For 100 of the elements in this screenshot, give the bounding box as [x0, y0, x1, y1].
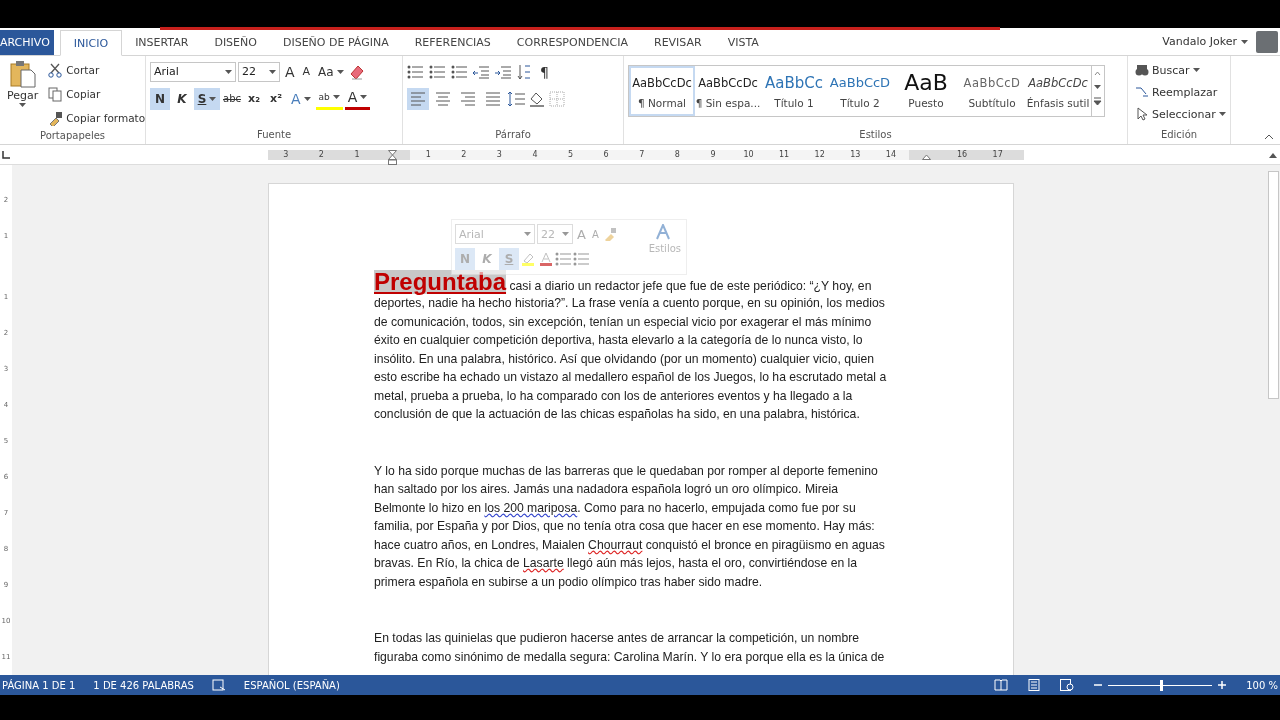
format-button[interactable]: N	[150, 87, 170, 110]
caret-icon	[524, 232, 531, 236]
clipboard-button[interactable]: Cortar	[45, 59, 149, 81]
caret-icon	[1192, 68, 1200, 72]
ribbon-tab[interactable]: DISEÑO	[201, 30, 270, 55]
editing-button[interactable]: Buscar	[1132, 59, 1229, 81]
clipboard-button[interactable]: Copiar	[45, 83, 149, 105]
ruler-number: 9	[695, 149, 731, 160]
text-line: En todas las quinielas que pudieron hacerse antes de arrancar la competición, un nombre	[374, 630, 861, 647]
brush-icon	[48, 110, 64, 126]
text-line: metal, prueba a prueba, lo ha comparado con los de anteriores eventos y ha llegado a la	[374, 387, 854, 405]
text-line: primera española en subirse a un podio olímpico tras haber sido madre.	[374, 573, 764, 591]
shrink-font-button[interactable]: A	[299, 60, 314, 83]
text-line: de comunicación, todos, sin excepción, tenían un especial vicio por exagerar el más mínimo	[374, 313, 873, 331]
ruler-number: 12	[801, 149, 838, 160]
align-icon	[410, 90, 426, 107]
ribbon-tab[interactable]: DISEÑO DE PÁGINA	[269, 30, 402, 55]
align-button[interactable]	[407, 87, 429, 110]
font-color-icon[interactable]	[539, 252, 553, 266]
multilevel-list-icon[interactable]	[451, 64, 467, 79]
format-button[interactable]: x₂	[244, 87, 264, 110]
zoom-in-icon[interactable]	[1218, 681, 1227, 689]
zoom-level[interactable]: 100 %	[1246, 679, 1278, 691]
style-option[interactable]: AaB Puesto	[893, 66, 959, 116]
caret-icon	[19, 103, 27, 107]
show-marks-button[interactable]: ¶	[537, 60, 552, 83]
zoom-thumb[interactable]	[1160, 679, 1164, 691]
text-line: conclusión de que la actuación de las chicas españolas ha sido, en una palabra, histórica.	[374, 406, 861, 423]
style-option[interactable]: AaBbCc Título 1	[761, 66, 827, 116]
text-line: éxito en cualquier competición deportiva, hasta elevarlo a la categoría de lo nunca visto, lo	[374, 332, 864, 349]
user-name[interactable]: Vandalo Joker	[1162, 35, 1237, 48]
web-layout-icon[interactable]	[1060, 679, 1075, 691]
bullets-icon[interactable]	[407, 64, 423, 79]
print-layout-icon[interactable]	[1028, 679, 1041, 691]
font-name-field[interactable]: Arial	[150, 61, 236, 82]
align-icon	[435, 90, 451, 107]
format-button[interactable]: abc	[222, 87, 242, 110]
group-label: Estilos	[859, 128, 892, 142]
language-label[interactable]: ESPAÑOL (ESPAÑA)	[243, 679, 340, 691]
avatar[interactable]	[1256, 30, 1278, 53]
scroll-thumb[interactable]	[1267, 171, 1279, 399]
ribbon-tab[interactable]: INICIO	[59, 30, 123, 56]
text-line: bravas. En Río, la chica de Lasarte llegó aún más lejos, hasta el oro, convirtiéndose en la	[374, 555, 859, 572]
style-option[interactable]: AaBbCcDc Énfasis sutil	[1025, 66, 1091, 116]
style-option[interactable]: AaBbCcD Título 2	[827, 66, 893, 116]
caret-icon	[562, 232, 569, 236]
style-option[interactable]: AaBbCcDc ¶ Normal	[629, 66, 695, 116]
scissors-icon	[48, 62, 64, 78]
word-count[interactable]: 1 DE 426 PALABRAS	[93, 679, 194, 691]
ribbon-tab[interactable]: VISTA	[714, 30, 772, 55]
paste-button[interactable]: Pegar	[4, 59, 42, 121]
indent-marker-icon[interactable]	[388, 149, 398, 165]
text-effects-button[interactable]: A	[288, 87, 314, 110]
caret-icon	[225, 69, 232, 74]
ruler-number: 2	[445, 149, 482, 160]
group-label: Fuente	[256, 128, 292, 142]
eraser-icon[interactable]	[348, 63, 365, 80]
format-button[interactable]: S	[194, 87, 220, 110]
caret-icon	[269, 69, 276, 74]
ruler-number: 14	[873, 149, 909, 160]
file-tab[interactable]: ARCHIVO	[0, 30, 54, 55]
ribbon-tab[interactable]: INSERTAR	[122, 30, 202, 55]
sort-icon[interactable]	[517, 63, 531, 80]
tab-stop-icon[interactable]	[2, 150, 10, 159]
text-line: Preguntaba casi a diario un redactor jefe que fue de este periódico: “¿Y hoy, en	[374, 270, 873, 294]
format-button[interactable]: x²	[266, 87, 286, 110]
caret-icon	[303, 96, 311, 101]
ribbon-tab[interactable]: REVISAR	[641, 30, 715, 55]
text-line: han saltado por los aires. Jamás una nadadora española logró un oro olímpico. Mireia	[374, 481, 840, 498]
read-mode-icon[interactable]	[994, 679, 1009, 691]
group-label: Edición	[1160, 128, 1198, 142]
line-spacing-icon[interactable]	[507, 90, 525, 107]
cursor-icon	[1135, 107, 1149, 121]
page-count[interactable]: PÁGINA 1 DE 1	[2, 679, 76, 691]
editing-button[interactable]: Reemplazar	[1132, 81, 1229, 103]
proofing-icon[interactable]	[211, 679, 226, 691]
style-option[interactable]: AaBbCcD Subtítulo	[959, 66, 1025, 116]
editing-button[interactable]: Seleccionar	[1132, 103, 1229, 125]
more-icon[interactable]	[1092, 94, 1103, 108]
grow-font-button[interactable]: A	[282, 60, 298, 83]
align-icon	[460, 90, 476, 107]
font-color-button[interactable]: A	[344, 87, 371, 110]
change-case-button[interactable]: Aa	[315, 60, 347, 83]
ruler-number: 7	[623, 149, 660, 160]
style-option[interactable]: AaBbCcDc ¶ Sin espa...	[695, 66, 761, 116]
font-size-field[interactable]: 22	[238, 61, 280, 82]
caret-icon	[360, 95, 368, 99]
clipboard-button[interactable]: Copiar formato	[45, 107, 149, 129]
numbering-icon[interactable]	[429, 64, 445, 79]
binoculars-icon	[1135, 63, 1149, 77]
zoom-out-icon[interactable]	[1094, 681, 1103, 689]
ruler-number: 13	[837, 149, 874, 160]
ruler-number: 8	[659, 149, 696, 160]
ribbon-tab[interactable]: REFERENCIAS	[401, 30, 504, 55]
collapse-ribbon-icon[interactable]	[1264, 134, 1274, 140]
text-line: Y lo ha sido porque muchas de las barreras que le quedaban por romper al deporte femenino	[374, 462, 879, 480]
highlight-button[interactable]: ab	[315, 87, 343, 110]
format-button[interactable]: K	[172, 87, 192, 110]
shading-icon[interactable]	[528, 90, 546, 107]
ribbon-tab[interactable]: CORRESPONDENCIA	[503, 30, 641, 55]
